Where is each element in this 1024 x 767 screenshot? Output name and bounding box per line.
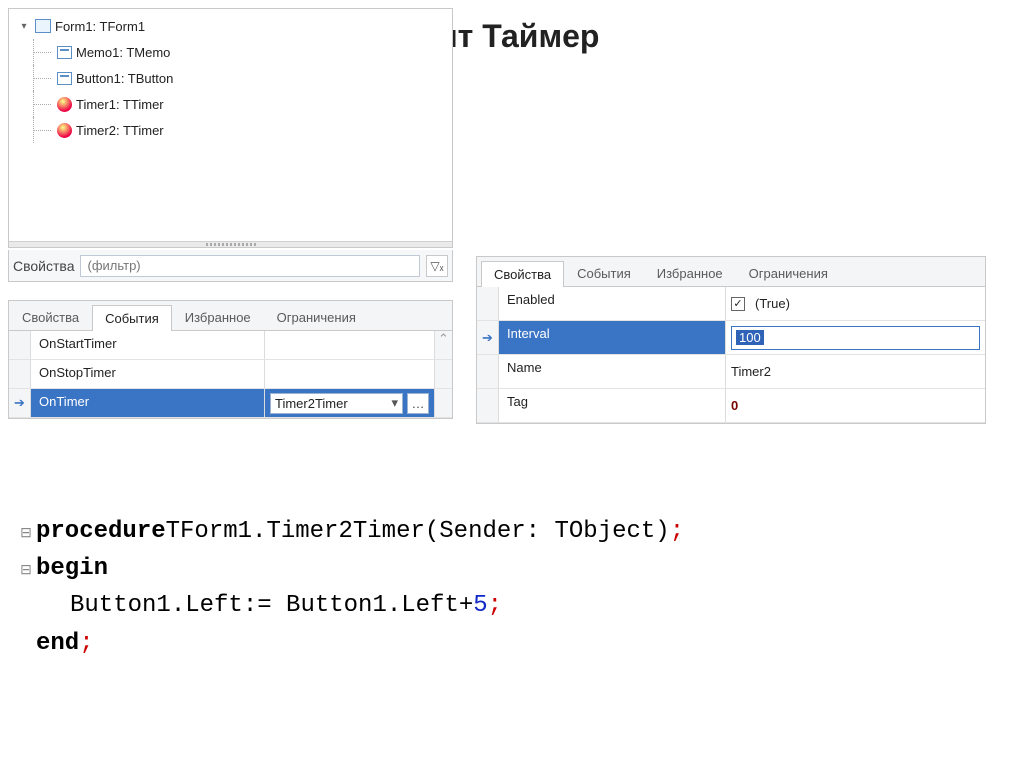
fold-gutter: [16, 634, 36, 656]
tree-item[interactable]: Memo1: TMemo: [13, 39, 448, 65]
tree-item-label: Button1: TButton: [76, 71, 173, 86]
property-value[interactable]: 0: [725, 389, 985, 422]
property-row[interactable]: Tag 0: [477, 389, 985, 423]
tree-root-label: Form1: TForm1: [55, 19, 145, 34]
events-grid: OnStartTimer ⌃ OnStopTimer ➔ OnTimer Tim…: [9, 331, 452, 418]
checkbox-icon[interactable]: ✓: [731, 297, 745, 311]
properties-grid: Enabled ✓ (True) ➔ Interval 100 Name Tim…: [477, 287, 985, 423]
code-punct: ;: [488, 587, 502, 624]
event-handler-dropdown[interactable]: Timer2Timer ▾: [270, 393, 403, 414]
row-gutter: [477, 355, 499, 388]
scroll-up-icon[interactable]: ⌃: [434, 331, 452, 359]
property-name: Enabled: [499, 287, 725, 320]
event-value[interactable]: [264, 360, 434, 388]
row-gutter: [9, 331, 31, 359]
tab-favorites[interactable]: Избранное: [644, 260, 736, 286]
chevron-down-icon[interactable]: ▾: [391, 395, 398, 411]
tree-root-row[interactable]: ▾ Form1: TForm1: [13, 13, 448, 39]
code-number: 5: [473, 587, 487, 624]
properties-panel: Свойства События Избранное Ограничения E…: [476, 256, 986, 424]
filter-label: Свойства: [13, 258, 74, 274]
code-punct: ;: [670, 513, 684, 550]
row-gutter: [477, 389, 499, 422]
row-gutter: [477, 287, 499, 320]
property-value-cell: 100: [725, 321, 985, 354]
property-edit-input[interactable]: 100: [731, 326, 980, 350]
event-row[interactable]: OnStartTimer ⌃: [9, 331, 452, 360]
tab-favorites[interactable]: Избранное: [172, 304, 264, 330]
event-value-cell: Timer2Timer ▾ …: [264, 389, 434, 417]
timer-icon: [57, 97, 72, 112]
scrollbar-gutter: [434, 360, 452, 388]
property-value[interactable]: Timer2: [725, 355, 985, 388]
filter-input[interactable]: [80, 255, 420, 277]
component-icon: [57, 46, 72, 59]
fold-minus-icon[interactable]: ⊟: [16, 559, 36, 581]
object-tree: ▾ Form1: TForm1 Memo1: TMemo Button1: TB…: [8, 8, 453, 248]
event-name: OnTimer: [31, 389, 264, 417]
tab-properties[interactable]: Свойства: [481, 261, 564, 287]
tab-restrictions[interactable]: Ограничения: [736, 260, 841, 286]
code-keyword: end: [36, 625, 79, 662]
property-row[interactable]: Name Timer2: [477, 355, 985, 389]
scrollbar-gutter: [434, 389, 452, 417]
timer-icon: [57, 123, 72, 138]
event-value[interactable]: [264, 331, 434, 359]
tree-item[interactable]: Button1: TButton: [13, 65, 448, 91]
component-icon: [57, 72, 72, 85]
tab-events[interactable]: События: [564, 260, 644, 286]
property-row[interactable]: Enabled ✓ (True): [477, 287, 985, 321]
tree-item[interactable]: Timer2: TTimer: [13, 117, 448, 143]
property-row-selected[interactable]: ➔ Interval 100: [477, 321, 985, 355]
property-value: 100: [736, 330, 764, 345]
event-name: OnStartTimer: [31, 331, 264, 359]
chevron-down-icon[interactable]: ▾: [17, 19, 31, 33]
event-row[interactable]: OnStopTimer: [9, 360, 452, 389]
code-editor[interactable]: ⊟ procedure TForm1.Timer2Timer(Sender: T…: [8, 505, 1016, 680]
property-value: (True): [755, 296, 790, 311]
row-gutter: [9, 360, 31, 388]
property-name: Interval: [499, 321, 725, 354]
splitter-grip[interactable]: [9, 241, 452, 247]
tab-events[interactable]: События: [92, 305, 172, 331]
code-text: Button1.Left:= Button1.Left+: [36, 587, 473, 624]
filter-bar: Свойства ▽ₓ: [8, 250, 453, 282]
funnel-icon[interactable]: ▽ₓ: [426, 255, 448, 277]
tab-properties[interactable]: Свойства: [9, 304, 92, 330]
property-value-cell[interactable]: ✓ (True): [725, 287, 985, 320]
property-name: Tag: [499, 389, 725, 422]
event-handler-value: Timer2Timer: [275, 396, 348, 411]
tree-item-label: Timer2: TTimer: [76, 123, 164, 138]
event-name: OnStopTimer: [31, 360, 264, 388]
code-keyword: procedure: [36, 513, 166, 550]
ellipsis-button[interactable]: …: [407, 393, 429, 414]
tab-restrictions[interactable]: Ограничения: [264, 304, 369, 330]
events-tabs: Свойства События Избранное Ограничения: [9, 301, 452, 331]
tree-item-label: Memo1: TMemo: [76, 45, 170, 60]
properties-tabs: Свойства События Избранное Ограничения: [477, 257, 985, 287]
code-text: TForm1.Timer2Timer(Sender: TObject): [166, 513, 670, 550]
event-row-selected[interactable]: ➔ OnTimer Timer2Timer ▾ …: [9, 389, 452, 418]
fold-gutter: [16, 596, 36, 618]
tree-item-label: Timer1: TTimer: [76, 97, 164, 112]
code-punct: ;: [79, 625, 93, 662]
arrow-right-icon: ➔: [477, 321, 499, 354]
form-icon: [35, 19, 51, 33]
arrow-right-icon: ➔: [9, 389, 31, 417]
fold-minus-icon[interactable]: ⊟: [16, 522, 36, 544]
tree-item[interactable]: Timer1: TTimer: [13, 91, 448, 117]
property-name: Name: [499, 355, 725, 388]
code-keyword: begin: [36, 550, 108, 587]
events-panel: Свойства События Избранное Ограничения O…: [8, 300, 453, 419]
